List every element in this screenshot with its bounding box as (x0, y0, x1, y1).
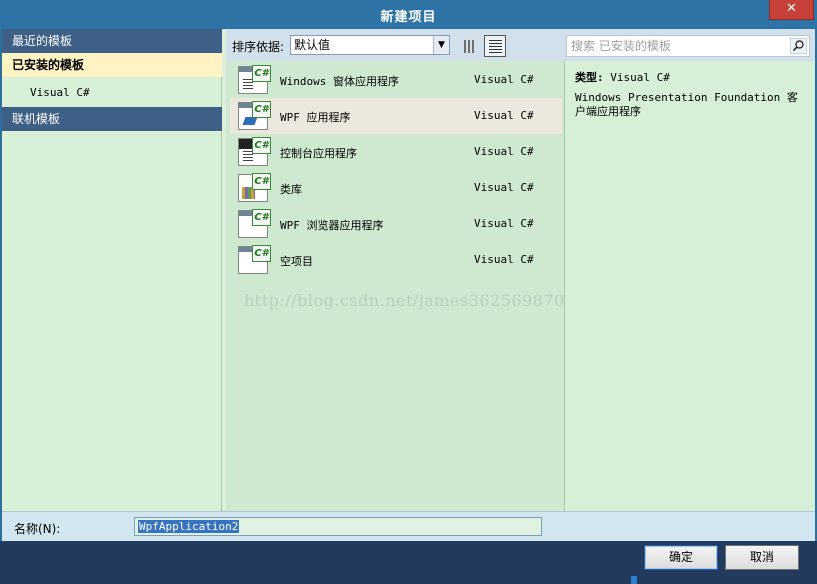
search-input[interactable] (567, 36, 787, 56)
template-item-empty-project[interactable]: C# 空项目 Visual C# (230, 242, 562, 278)
title-bar: 新建项目 ✕ (0, 0, 817, 30)
template-language: Visual C# (474, 73, 534, 86)
template-name: 控制台应用程序 (280, 147, 357, 160)
template-description: Windows Presentation Foundation 客户端应用程序 (575, 91, 798, 118)
medium-icons-view-button[interactable] (458, 35, 480, 57)
template-type: 类型: Visual C# (575, 69, 670, 85)
template-item-wpf-browser-application[interactable]: C# WPF 浏览器应用程序 Visual C# (230, 206, 562, 242)
template-list: C# Windows 窗体应用程序 Visual C# C# WPF 应用程序 … (226, 61, 564, 511)
close-icon: ✕ (786, 1, 797, 16)
ok-button[interactable]: 确定 (644, 545, 718, 570)
template-category-pane: 最近的模板 已安装的模板 Visual C# 联机模板 (2, 29, 222, 511)
template-language: Visual C# (474, 181, 534, 194)
search-icon[interactable] (790, 38, 807, 54)
template-language: Visual C# (474, 253, 534, 266)
template-type-value: Visual C# (610, 71, 670, 84)
grid-view-icon (464, 40, 475, 53)
list-view-icon (489, 40, 502, 53)
template-language: Visual C# (474, 217, 534, 230)
template-type-label: 类型: (575, 71, 604, 84)
template-language: Visual C# (474, 145, 534, 158)
project-name-value: WpfApplication2 (138, 520, 240, 533)
template-name: WPF 应用程序 (280, 111, 351, 124)
taskbar-accent (631, 576, 637, 584)
winforms-icon: C# (238, 65, 271, 94)
project-name-label: 名称(N): (14, 522, 61, 536)
category-recent-templates[interactable]: 最近的模板 (2, 29, 222, 53)
template-item-wpf-application[interactable]: C# WPF 应用程序 Visual C# (230, 98, 562, 134)
template-item-windows-forms[interactable]: C# Windows 窗体应用程序 Visual C# (230, 62, 562, 98)
sort-dropdown[interactable]: 默认值 ▼ (290, 35, 450, 55)
project-name-input[interactable]: WpfApplication2 (134, 517, 542, 536)
wpf-browser-icon: C# (238, 209, 271, 238)
template-name: 空项目 (280, 255, 313, 268)
sort-label: 排序依据: (232, 40, 285, 54)
template-language: Visual C# (474, 109, 534, 122)
template-toolbar: 排序依据: 默认值 ▼ (226, 29, 815, 61)
watermark-text: http://blog.csdn.net/james362569870 (244, 291, 565, 310)
template-description-pane: 类型: Visual C# Windows Presentation Found… (564, 61, 815, 511)
empty-project-icon: C# (238, 245, 271, 274)
search-box[interactable] (566, 35, 810, 57)
category-online-templates[interactable]: 联机模板 (2, 107, 222, 131)
category-visual-csharp[interactable]: Visual C# (2, 81, 222, 105)
template-name: 类库 (280, 183, 302, 196)
wpf-icon: C# (238, 101, 271, 130)
template-item-class-library[interactable]: C# 类库 Visual C# (230, 170, 562, 206)
console-icon: C# (238, 137, 271, 166)
cancel-button[interactable]: 取消 (725, 545, 799, 570)
close-button[interactable]: ✕ (769, 0, 814, 20)
project-name-row: 名称(N): WpfApplication2 (2, 511, 815, 541)
new-project-dialog: 新建项目 ✕ 最近的模板 已安装的模板 Visual C# 联机模板 排序依据:… (0, 0, 817, 584)
dialog-footer: 确定 取消 (0, 541, 817, 584)
details-view-button[interactable] (484, 35, 506, 57)
template-name: WPF 浏览器应用程序 (280, 219, 384, 232)
dialog-body: 最近的模板 已安装的模板 Visual C# 联机模板 排序依据: 默认值 ▼ (2, 29, 815, 541)
template-item-console-application[interactable]: C# 控制台应用程序 Visual C# (230, 134, 562, 170)
chevron-down-icon[interactable]: ▼ (433, 36, 449, 54)
template-name: Windows 窗体应用程序 (280, 75, 399, 88)
dialog-title: 新建项目 (380, 10, 437, 25)
sort-value: 默认值 (294, 38, 331, 52)
class-library-icon: C# (238, 173, 271, 202)
category-installed-templates[interactable]: 已安装的模板 (2, 53, 222, 77)
